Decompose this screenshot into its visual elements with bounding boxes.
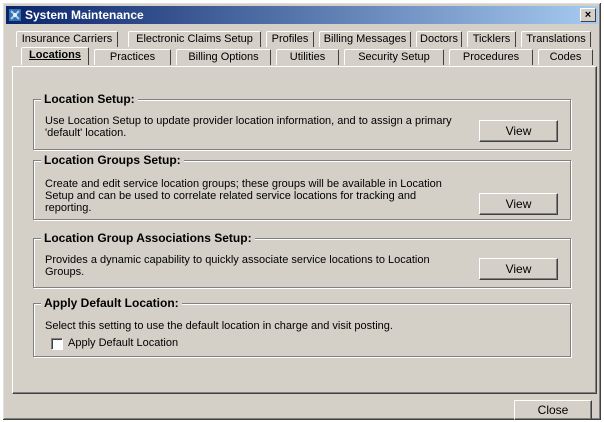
tab-electronic-claims-setup[interactable]: Electronic Claims Setup	[128, 31, 261, 47]
location-setup-title: Location Setup:	[41, 92, 138, 106]
location-groups-description: Create and edit service location groups;…	[45, 178, 442, 214]
location-setup-description: Use Location Setup to update provider lo…	[45, 115, 452, 139]
location-groups-view-button[interactable]: View	[479, 193, 558, 215]
tab-insurance-carriers[interactable]: Insurance Carriers	[16, 31, 118, 47]
location-group-associations-view-button[interactable]: View	[479, 258, 558, 280]
close-button[interactable]: Close	[514, 400, 592, 420]
location-group-associations-title: Location Group Associations Setup:	[41, 231, 255, 245]
location-group-associations-description: Provides a dynamic capability to quickly…	[45, 254, 430, 278]
tab-billing-messages[interactable]: Billing Messages	[319, 31, 411, 47]
tab-profiles[interactable]: Profiles	[266, 31, 314, 47]
tab-security-setup[interactable]: Security Setup	[344, 49, 444, 65]
location-group-associations-group: Location Group Associations Setup: Provi…	[33, 231, 571, 288]
location-setup-view-button[interactable]: View	[479, 120, 558, 142]
apply-default-location-description: Select this setting to use the default l…	[45, 320, 393, 332]
window-title: System Maintenance	[25, 8, 144, 22]
tab-codes[interactable]: Codes	[538, 49, 593, 65]
apply-default-location-title: Apply Default Location:	[41, 296, 182, 310]
tab-practices[interactable]: Practices	[94, 49, 171, 65]
tab-locations[interactable]: Locations	[21, 47, 89, 65]
location-setup-group: Location Setup: Use Location Setup to up…	[33, 92, 571, 150]
apply-default-location-group: Apply Default Location: Select this sett…	[33, 296, 571, 357]
location-groups-group: Location Groups Setup: Create and edit s…	[33, 153, 571, 220]
tab-doctors[interactable]: Doctors	[416, 31, 462, 47]
window-close-button[interactable]: ×	[580, 8, 596, 22]
apply-default-location-checkbox-label[interactable]: Apply Default Location	[68, 337, 178, 349]
tab-translations[interactable]: Translations	[521, 31, 591, 47]
tab-ticklers[interactable]: Ticklers	[467, 31, 516, 47]
tab-utilities[interactable]: Utilities	[276, 49, 339, 65]
title-bar[interactable]: System Maintenance ×	[6, 6, 598, 24]
app-icon	[9, 9, 21, 21]
location-groups-title: Location Groups Setup:	[41, 153, 184, 167]
tab-billing-options[interactable]: Billing Options	[176, 49, 271, 65]
apply-default-location-checkbox[interactable]	[51, 338, 63, 350]
tab-procedures[interactable]: Procedures	[449, 49, 533, 65]
system-maintenance-window: System Maintenance × Insurance Carriers …	[2, 2, 602, 421]
